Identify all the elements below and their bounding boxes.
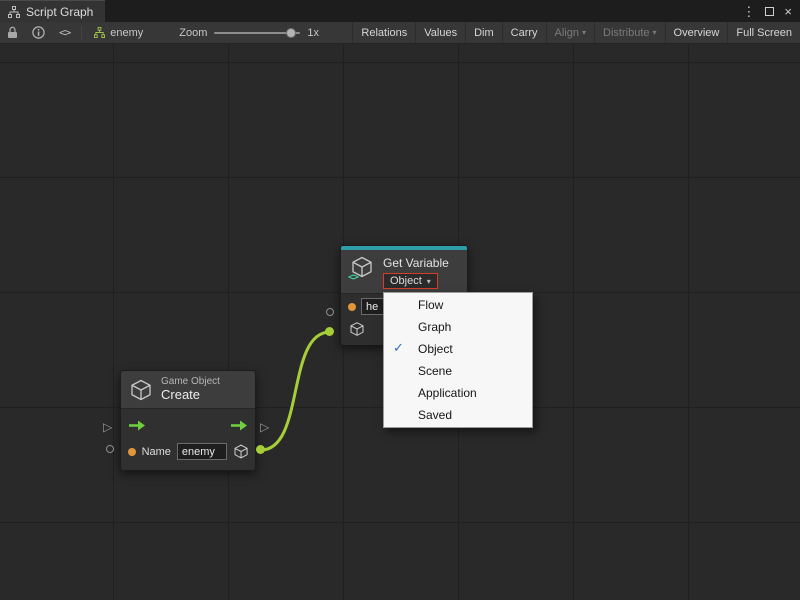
relations-button[interactable]: Relations: [352, 22, 415, 43]
check-icon: ✓: [393, 340, 404, 356]
overview-button[interactable]: Overview: [665, 22, 728, 43]
zoom-slider[interactable]: [214, 32, 300, 34]
dim-button[interactable]: Dim: [465, 22, 502, 43]
chevron-down-icon: ▾: [582, 28, 586, 37]
object-input-port-connected[interactable]: [325, 327, 334, 336]
variable-kind-value: Object: [390, 275, 422, 287]
edit-script-button[interactable]: <>: [52, 22, 77, 43]
menu-item-application[interactable]: Application: [384, 382, 532, 404]
graph-asset-icon: [94, 27, 105, 38]
script-graph-window: Script Graph ⋮ × <>: [0, 0, 800, 600]
window-menu-icon[interactable]: ⋮: [742, 5, 755, 18]
zoom-slider-handle[interactable]: [286, 28, 296, 38]
carry-button[interactable]: Carry: [502, 22, 546, 43]
titlebar: Script Graph ⋮ ×: [0, 0, 800, 22]
graph-toolbar: <> enemy Zoom 1x Relations Values Dim Ca…: [0, 22, 800, 44]
lock-button[interactable]: [0, 22, 25, 43]
create-node-header[interactable]: Game Object Create: [121, 371, 255, 409]
node-title: Create: [161, 388, 220, 403]
align-button: Align▾: [546, 22, 594, 43]
flow-out-arrow-icon[interactable]: [230, 419, 248, 432]
menu-item-flow[interactable]: Flow: [384, 294, 532, 316]
menu-item-saved[interactable]: Saved: [384, 404, 532, 426]
zoom-label: Zoom: [179, 27, 207, 39]
script-graph-icon: [8, 6, 20, 18]
create-node-body: Name: [121, 409, 255, 470]
info-button[interactable]: [25, 22, 52, 43]
cube-output-icon[interactable]: [349, 321, 365, 337]
close-icon[interactable]: ×: [784, 5, 792, 18]
value-port-icon[interactable]: [128, 448, 136, 456]
variable-kind-dropdown[interactable]: Object ▾: [383, 273, 438, 289]
name-value-port[interactable]: [326, 308, 334, 316]
flow-in-arrow-icon[interactable]: [128, 419, 146, 432]
cube-icon: [129, 378, 153, 402]
graph-canvas[interactable]: Game Object Create Name: [0, 44, 800, 600]
connection-wire[interactable]: [261, 332, 330, 450]
zoom-value: 1x: [307, 27, 319, 39]
chevron-down-icon: ▾: [653, 28, 657, 37]
graph-breadcrumb[interactable]: enemy: [86, 27, 151, 39]
menu-item-graph[interactable]: Graph: [384, 316, 532, 338]
tab-label: Script Graph: [26, 5, 93, 19]
name-input[interactable]: [177, 443, 227, 460]
flow-output-port[interactable]: ▷: [260, 421, 269, 433]
menu-item-object[interactable]: ✓ Object: [384, 338, 532, 360]
node-title: Get Variable: [383, 256, 449, 270]
cube-output-icon[interactable]: [233, 443, 249, 460]
variable-code-icon: <>: [348, 272, 358, 283]
full-screen-button[interactable]: Full Screen: [727, 22, 800, 43]
create-node[interactable]: Game Object Create Name: [120, 370, 256, 470]
name-port-label: Name: [142, 446, 171, 458]
name-value-port[interactable]: [106, 445, 114, 453]
distribute-button: Distribute▾: [594, 22, 664, 43]
menu-item-scene[interactable]: Scene: [384, 360, 532, 382]
get-variable-header[interactable]: <> Get Variable Object ▾: [341, 250, 467, 294]
values-button[interactable]: Values: [415, 22, 465, 43]
graph-name: enemy: [110, 27, 143, 39]
info-icon: [32, 26, 45, 39]
lock-icon: [7, 26, 18, 39]
titlebar-drag-area: [105, 0, 734, 22]
flow-input-port[interactable]: ▷: [103, 421, 112, 433]
variable-kind-menu: Flow Graph ✓ Object Scene Application Sa…: [383, 292, 533, 428]
toolbar-divider: [81, 26, 82, 40]
maximize-icon[interactable]: [765, 7, 774, 16]
object-output-port-connected[interactable]: [256, 445, 265, 454]
tab-script-graph[interactable]: Script Graph: [0, 0, 105, 22]
chevron-down-icon: ▾: [427, 277, 431, 286]
value-port-icon[interactable]: [348, 303, 356, 311]
